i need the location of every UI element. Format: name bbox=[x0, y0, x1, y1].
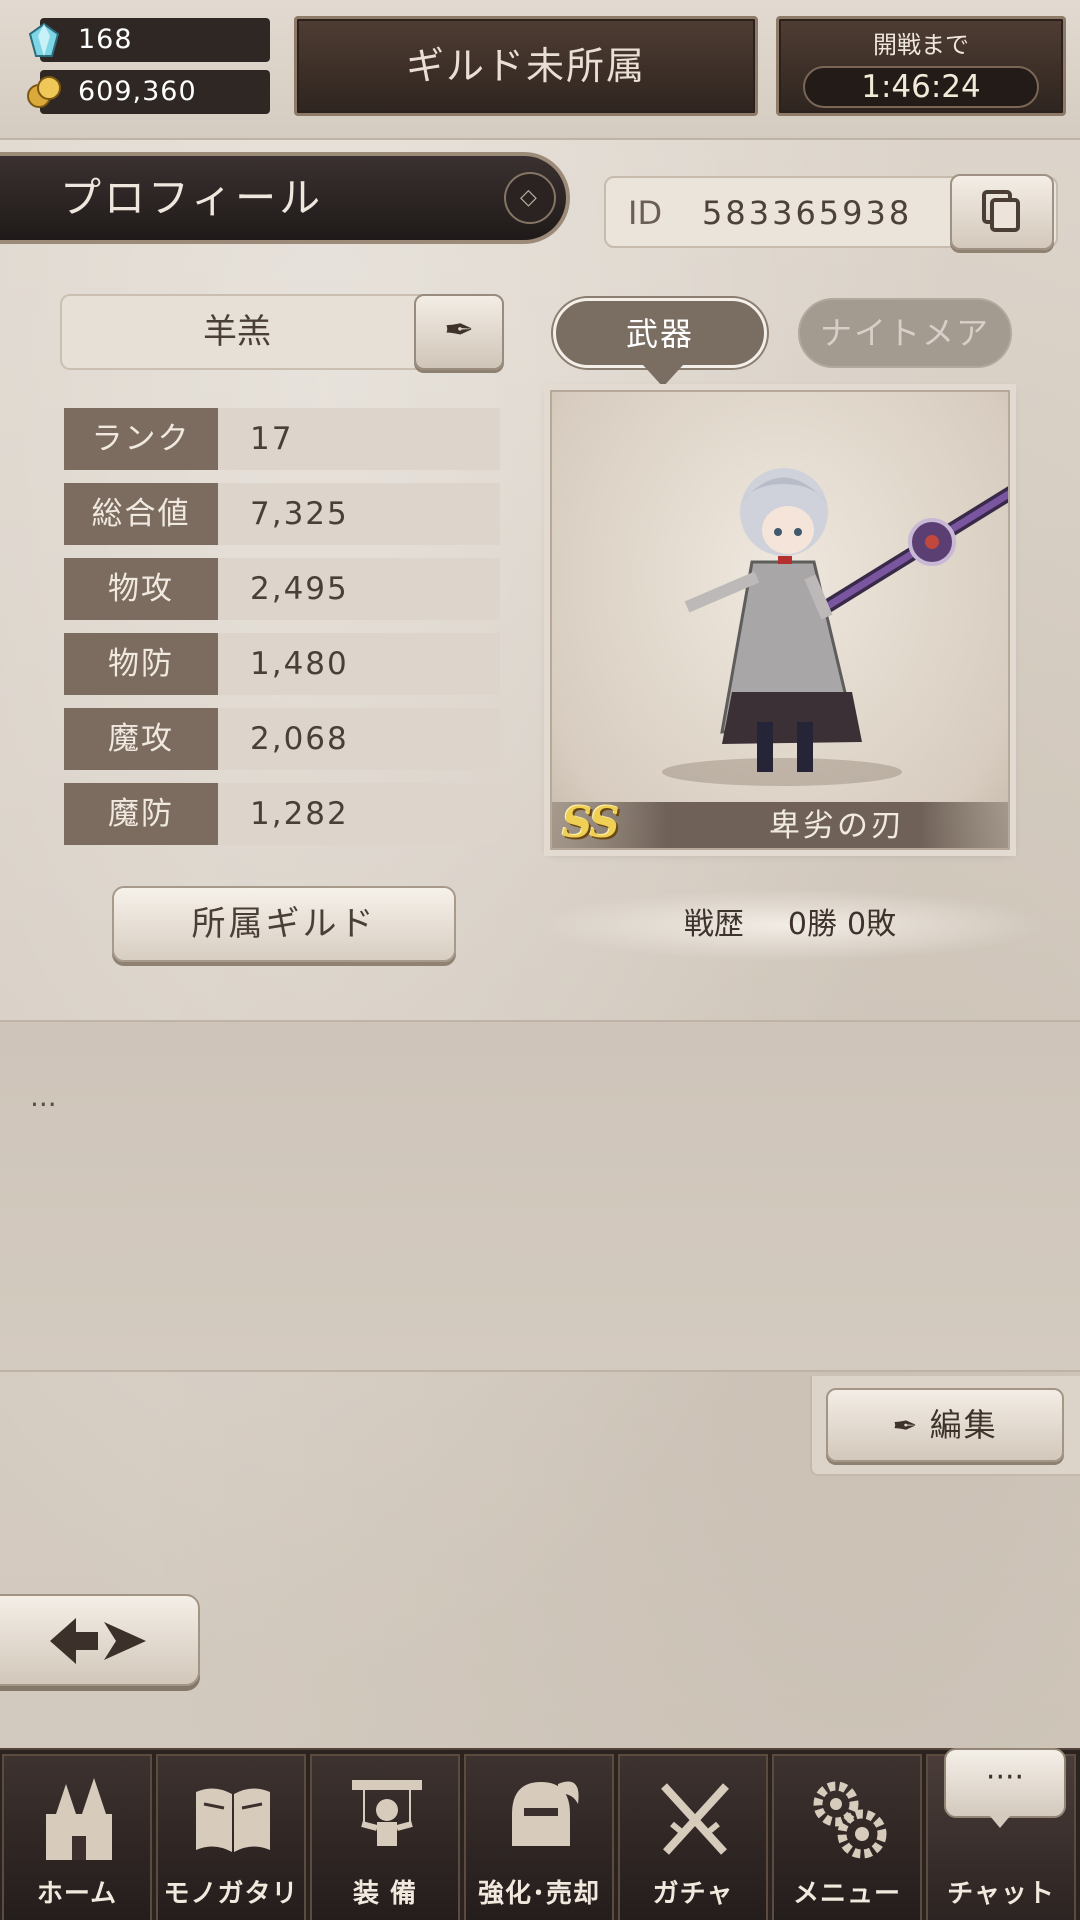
stat-row-mag-def: 魔防 1,282 bbox=[64, 783, 500, 845]
helmet-icon bbox=[512, 1781, 579, 1846]
tab-weapon[interactable]: 武器 bbox=[553, 298, 767, 387]
stat-value: 1,480 bbox=[218, 633, 500, 695]
player-id-label: ID bbox=[628, 194, 663, 232]
profile-screen: { "header": { "gems": "168", "gold": "60… bbox=[0, 0, 1080, 1920]
nav-menu[interactable]: メニュー bbox=[772, 1754, 922, 1920]
nav-enhance-sell[interactable]: 強化･売却 bbox=[464, 1754, 614, 1920]
bottom-nav: ホーム モノガタリ 装 備 強化･売却 ガチャ メニュー チャット bbox=[0, 1748, 1080, 1920]
stat-row-total: 総合値 7,325 bbox=[64, 483, 500, 545]
guild-status-button[interactable]: ギルド未所属 bbox=[294, 16, 758, 116]
stat-value: 2,495 bbox=[218, 558, 500, 620]
stat-label: 物攻 bbox=[64, 558, 218, 620]
puppet-icon bbox=[352, 1780, 422, 1846]
weapon-info-bar: SS 卑劣の刃 bbox=[552, 798, 1008, 848]
chat-bubble-icon[interactable]: ···· bbox=[944, 1748, 1066, 1828]
top-bar: 168 609,360 ギルド未所属 開戦まで 1:46:24 bbox=[0, 0, 1080, 140]
record-wins: 0勝 bbox=[787, 907, 837, 942]
page-title: プロフィール ◇ bbox=[0, 152, 570, 244]
stat-label: 物防 bbox=[64, 633, 218, 695]
character-illustration bbox=[662, 468, 1008, 786]
comment-text: ... bbox=[30, 1080, 57, 1113]
character-card[interactable]: SS 卑劣の刃 bbox=[550, 390, 1010, 850]
page-title-text: プロフィール bbox=[60, 174, 324, 222]
nav-story[interactable]: モノガタリ bbox=[156, 1754, 306, 1920]
nav-label: チャット bbox=[947, 1879, 1055, 1909]
edit-comment-button[interactable]: ✒ 編集 bbox=[826, 1388, 1064, 1462]
stat-label: ランク bbox=[64, 408, 218, 470]
pen-icon: ✒ bbox=[443, 310, 475, 351]
battle-timer-label: 開戦まで bbox=[873, 31, 969, 59]
stat-row-phys-def: 物防 1,480 bbox=[64, 633, 500, 695]
battle-record: 戦歴 0勝 0敗 bbox=[540, 890, 1040, 960]
nav-label: 装 備 bbox=[352, 1879, 418, 1909]
diamond-ornament-icon: ◇ bbox=[504, 172, 556, 224]
stat-label: 魔攻 bbox=[64, 708, 218, 770]
gem-icon bbox=[28, 22, 60, 57]
castle-icon bbox=[46, 1778, 112, 1860]
gold-count: 609,360 bbox=[78, 76, 197, 107]
stats-table: ランク 17 総合値 7,325 物攻 2,495 物防 1,480 魔攻 2,… bbox=[64, 408, 500, 858]
copy-id-button[interactable] bbox=[950, 174, 1054, 250]
gem-count: 168 bbox=[78, 24, 133, 55]
edit-comment-label: 編集 bbox=[929, 1406, 998, 1444]
nav-home[interactable]: ホーム bbox=[2, 1754, 152, 1920]
back-button[interactable] bbox=[0, 1594, 200, 1686]
gold-counter: 609,360 bbox=[27, 70, 270, 114]
nav-gacha[interactable]: ガチャ bbox=[618, 1754, 768, 1920]
gears-icon bbox=[813, 1781, 887, 1859]
stat-value: 7,325 bbox=[218, 483, 500, 545]
stat-row-phys-atk: 物攻 2,495 bbox=[64, 558, 500, 620]
stat-value: 2,068 bbox=[218, 708, 500, 770]
weapon-name: 卑劣の刃 bbox=[769, 808, 905, 844]
tab-weapon-label: 武器 bbox=[625, 315, 694, 353]
gem-counter: 168 bbox=[28, 18, 270, 62]
profile-comment: ... bbox=[0, 1020, 1080, 1372]
edit-name-button[interactable]: ✒ bbox=[414, 294, 504, 370]
tab-nightmare[interactable]: ナイトメア bbox=[798, 298, 1012, 368]
battle-timer-value: 1:46:24 bbox=[803, 66, 1039, 108]
stat-label: 総合値 bbox=[64, 483, 218, 545]
back-arrow-icon bbox=[50, 1618, 146, 1664]
stat-value: 17 bbox=[218, 408, 500, 470]
rarity-badge: SS bbox=[562, 798, 620, 847]
coin-icon bbox=[27, 76, 61, 108]
nav-label: ホーム bbox=[36, 1879, 118, 1909]
record-losses: 0敗 bbox=[847, 907, 897, 942]
battle-timer[interactable]: 開戦まで 1:46:24 bbox=[776, 16, 1066, 116]
nav-label: ガチャ bbox=[652, 1879, 734, 1909]
player-id-value: 583365938 bbox=[702, 194, 913, 232]
stat-row-rank: ランク 17 bbox=[64, 408, 500, 470]
crossed-swords-icon bbox=[661, 1783, 729, 1855]
affiliated-guild-button[interactable]: 所属ギルド bbox=[112, 886, 456, 962]
nav-equipment[interactable]: 装 備 bbox=[310, 1754, 460, 1920]
stat-label: 魔防 bbox=[64, 783, 218, 845]
player-name: 羊羔 bbox=[203, 312, 271, 352]
record-label: 戦歴 bbox=[683, 907, 744, 942]
pen-icon: ✒ bbox=[892, 1409, 920, 1444]
book-icon bbox=[196, 1788, 270, 1852]
nav-label: モノガタリ bbox=[163, 1879, 299, 1909]
stat-row-mag-atk: 魔攻 2,068 bbox=[64, 708, 500, 770]
tab-pointer-icon bbox=[643, 365, 683, 387]
nav-label: メニュー bbox=[792, 1879, 901, 1909]
nav-label: 強化･売却 bbox=[477, 1879, 600, 1909]
stat-value: 1,282 bbox=[218, 783, 500, 845]
